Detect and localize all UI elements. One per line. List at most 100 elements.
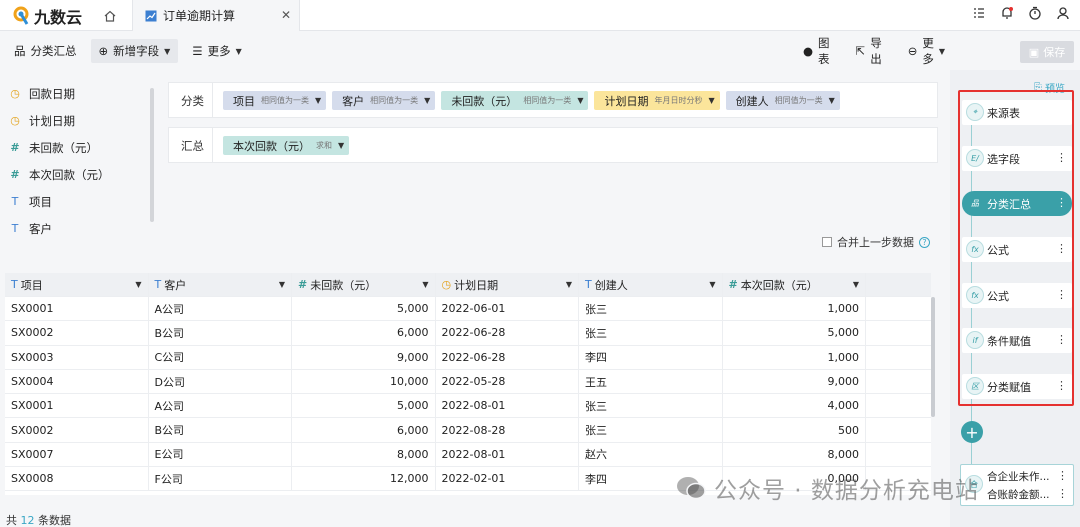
table-cell[interactable]: SX0002	[5, 321, 149, 345]
table-cell[interactable]: 2022-06-01	[436, 297, 579, 321]
table-cell[interactable]: 2022-05-28	[436, 369, 579, 394]
table-cell[interactable]: C公司	[149, 345, 292, 369]
table-cell[interactable]: 2022-02-01	[436, 467, 579, 491]
chevron-down-icon[interactable]: ▼	[708, 96, 714, 105]
table-cell[interactable]: 10,000	[292, 369, 436, 394]
table-cell[interactable]: 2022-06-28	[436, 345, 579, 369]
table-cell[interactable]: 张三	[579, 321, 723, 345]
group-summary-button[interactable]: 品 分类汇总	[6, 39, 85, 63]
chevron-down-icon[interactable]: ▼	[577, 96, 583, 105]
add-step-button[interactable]: +	[961, 421, 983, 443]
field-list-scrollbar[interactable]	[150, 88, 154, 222]
table-cell[interactable]: 1,000	[723, 345, 866, 369]
field-chip[interactable]: 本次回款（元） 求和 ▼	[223, 136, 350, 155]
chevron-down-icon[interactable]: ▼	[709, 280, 715, 289]
chevron-down-icon[interactable]: ▼	[315, 96, 321, 105]
save-button[interactable]: ▣ 保存	[1020, 41, 1074, 63]
column-header[interactable]: T 项目 ▼	[5, 273, 149, 296]
table-cell[interactable]: 6,000	[292, 418, 436, 442]
table-cell[interactable]: 12,000	[292, 467, 436, 491]
table-cell[interactable]: 张三	[579, 418, 723, 442]
app-logo[interactable]: 九数云	[12, 4, 82, 28]
table-cell[interactable]: B公司	[149, 418, 292, 442]
table-cell[interactable]: A公司	[149, 297, 292, 321]
table-row[interactable]: SX0003 C公司 9,000 2022-06-28 李四 1,000	[5, 345, 931, 370]
table-cell[interactable]: 9,000	[723, 369, 866, 394]
more-right-button[interactable]: ⊖ 更多 ▼	[900, 36, 953, 66]
table-cell[interactable]: SX0001	[5, 297, 149, 321]
table-cell[interactable]: SX0003	[5, 345, 149, 369]
field-chip[interactable]: 项目 相同值为一类 ▼	[223, 91, 327, 110]
field-chip[interactable]: 未回款（元） 相同值为一类 ▼	[441, 91, 589, 110]
table-cell[interactable]: 赵六	[579, 442, 723, 467]
column-header[interactable]: # 未回款（元） ▼	[292, 273, 436, 296]
field-item[interactable]: T 项目	[0, 188, 160, 215]
timer-icon[interactable]	[1028, 6, 1042, 20]
table-cell[interactable]: 王五	[579, 369, 723, 394]
merge-previous-toggle[interactable]: 合并上一步数据 ?	[822, 234, 930, 250]
table-cell[interactable]: SX0001	[5, 394, 149, 418]
field-item[interactable]: ◷ 计划日期	[0, 107, 160, 134]
field-chip[interactable]: 创建人 相同值为一类 ▼	[725, 91, 840, 110]
column-header[interactable]: T 客户 ▼	[149, 273, 292, 296]
table-cell[interactable]: 李四	[579, 345, 723, 369]
tab-order-overdue[interactable]: 订单逾期计算 ✕	[132, 0, 300, 31]
field-item[interactable]: T 客户	[0, 215, 160, 242]
table-row[interactable]: SX0002 B公司 6,000 2022-06-28 张三 5,000	[5, 321, 931, 346]
help-icon[interactable]: ?	[919, 236, 930, 248]
chevron-down-icon[interactable]: ▼	[829, 96, 835, 105]
notification-bell-icon[interactable]	[1000, 6, 1014, 20]
table-cell[interactable]: 1,000	[723, 297, 866, 321]
table-cell[interactable]: 4,000	[723, 394, 866, 418]
home-tab[interactable]	[90, 0, 130, 31]
chevron-down-icon[interactable]: ▼	[422, 280, 428, 289]
field-item[interactable]: # 未回款（元）	[0, 134, 160, 161]
table-row[interactable]: SX0007 E公司 8,000 2022-08-01 赵六 8,000	[5, 442, 931, 468]
table-cell[interactable]: 8,000	[292, 442, 436, 467]
export-button[interactable]: ⇱ 导出	[848, 36, 890, 66]
chevron-down-icon[interactable]: ▼	[566, 280, 572, 289]
more-left-button[interactable]: ☰ 更多 ▼	[184, 39, 249, 63]
table-cell[interactable]: 2022-08-28	[436, 418, 579, 442]
table-cell[interactable]: 5,000	[723, 321, 866, 345]
column-header[interactable]: # 本次回款（元） ▼	[723, 273, 866, 296]
table-cell[interactable]: B公司	[149, 321, 292, 345]
table-cell[interactable]: SX0004	[5, 369, 149, 394]
table-row[interactable]: SX0004 D公司 10,000 2022-05-28 王五 9,000	[5, 369, 931, 395]
table-row[interactable]: SX0001 A公司 5,000 2022-08-01 张三 4,000	[5, 394, 931, 419]
table-row[interactable]: SX0002 B公司 6,000 2022-08-28 张三 500	[5, 418, 931, 443]
table-cell[interactable]: F公司	[149, 467, 292, 491]
table-scrollbar[interactable]	[931, 297, 935, 417]
table-cell[interactable]: 2022-08-01	[436, 442, 579, 467]
table-cell[interactable]: E公司	[149, 442, 292, 467]
table-cell[interactable]: SX0008	[5, 467, 149, 491]
table-cell[interactable]: SX0002	[5, 418, 149, 442]
table-cell[interactable]: 9,000	[292, 345, 436, 369]
column-header[interactable]: ◷ 计划日期 ▼	[436, 273, 579, 296]
table-cell[interactable]: 5,000	[292, 297, 436, 321]
table-cell[interactable]: 5,000	[292, 394, 436, 418]
add-field-button[interactable]: ⊕ 新增字段 ▼	[90, 39, 179, 63]
chevron-down-icon[interactable]: ▼	[853, 280, 859, 289]
column-header[interactable]: T 创建人 ▼	[579, 273, 723, 296]
chevron-down-icon[interactable]: ▼	[338, 141, 344, 150]
table-row[interactable]: SX0001 A公司 5,000 2022-06-01 张三 1,000	[5, 297, 931, 322]
table-cell[interactable]: 6,000	[292, 321, 436, 345]
field-chip[interactable]: 计划日期 年月日时分秒 ▼	[594, 91, 720, 110]
table-cell[interactable]: SX0007	[5, 442, 149, 467]
field-chip[interactable]: 客户 相同值为一类 ▼	[332, 91, 436, 110]
table-cell[interactable]: 8,000	[723, 442, 866, 467]
table-cell[interactable]: A公司	[149, 394, 292, 418]
chevron-down-icon[interactable]: ▼	[135, 280, 141, 289]
close-icon[interactable]: ✕	[281, 8, 291, 22]
field-item[interactable]: ◷ 回款日期	[0, 80, 160, 107]
chevron-down-icon[interactable]: ▼	[424, 96, 430, 105]
chart-button[interactable]: ● 图表	[795, 36, 838, 66]
merge-previous-checkbox[interactable]	[822, 237, 832, 247]
table-cell[interactable]: 张三	[579, 394, 723, 418]
more-vertical-icon[interactable]: ⋮	[1057, 487, 1068, 500]
field-item[interactable]: # 本次回款（元）	[0, 161, 160, 188]
user-icon[interactable]	[1056, 6, 1070, 20]
chevron-down-icon[interactable]: ▼	[279, 280, 285, 289]
table-cell[interactable]: D公司	[149, 369, 292, 394]
